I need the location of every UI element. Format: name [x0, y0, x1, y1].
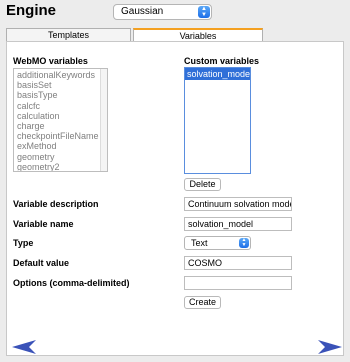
name-label: Variable name: [13, 219, 74, 229]
engine-label: Engine: [6, 2, 57, 19]
list-item[interactable]: geometry: [17, 152, 104, 162]
options-field[interactable]: [184, 276, 292, 290]
tab-templates[interactable]: Templates: [6, 28, 131, 42]
webmo-variables-list[interactable]: additionalKeywords basisSet basisType ca…: [13, 68, 108, 172]
list-item[interactable]: exMethod: [17, 141, 104, 151]
list-item-selected[interactable]: solvation_model: [185, 68, 250, 80]
description-field[interactable]: Continuum solvation mode: [184, 197, 292, 211]
custom-variables-list[interactable]: solvation_model: [184, 67, 251, 174]
right-arrow-icon[interactable]: [318, 340, 342, 354]
type-select[interactable]: Text ▲ ▼: [184, 236, 251, 250]
create-button[interactable]: Create: [184, 296, 221, 309]
type-label: Type: [13, 238, 34, 248]
list-item[interactable]: basisSet: [17, 80, 104, 90]
description-label: Variable description: [13, 199, 99, 209]
chevron-updown-icon: ▲ ▼: [239, 238, 249, 248]
delete-button[interactable]: Delete: [184, 178, 221, 191]
list-item[interactable]: geometry2: [17, 162, 104, 171]
tab-bar: Templates Variables: [6, 28, 344, 42]
type-select-value: Text: [191, 238, 208, 248]
list-item[interactable]: calculation: [17, 111, 104, 121]
list-item[interactable]: calcfc: [17, 101, 104, 111]
default-value-label: Default value: [13, 258, 70, 268]
chevron-updown-icon: ▲ ▼: [198, 6, 210, 18]
options-label: Options (comma-delimited): [13, 278, 130, 288]
webmo-variables-title: WebMO variables: [13, 56, 88, 66]
list-item[interactable]: basisType: [17, 90, 104, 100]
engine-select[interactable]: Gaussian ▲ ▼: [113, 4, 212, 20]
tab-variables[interactable]: Variables: [133, 28, 263, 42]
engine-select-value: Gaussian: [121, 6, 164, 17]
list-item[interactable]: checkpointFileName: [17, 131, 104, 141]
default-value-field[interactable]: COSMO: [184, 256, 292, 270]
list-scrollbar[interactable]: [100, 69, 107, 171]
list-item[interactable]: charge: [17, 121, 104, 131]
list-item[interactable]: additionalKeywords: [17, 70, 104, 80]
custom-variables-title: Custom variables: [184, 56, 260, 66]
left-arrow-icon[interactable]: [12, 340, 36, 354]
name-field[interactable]: solvation_model: [184, 217, 292, 231]
